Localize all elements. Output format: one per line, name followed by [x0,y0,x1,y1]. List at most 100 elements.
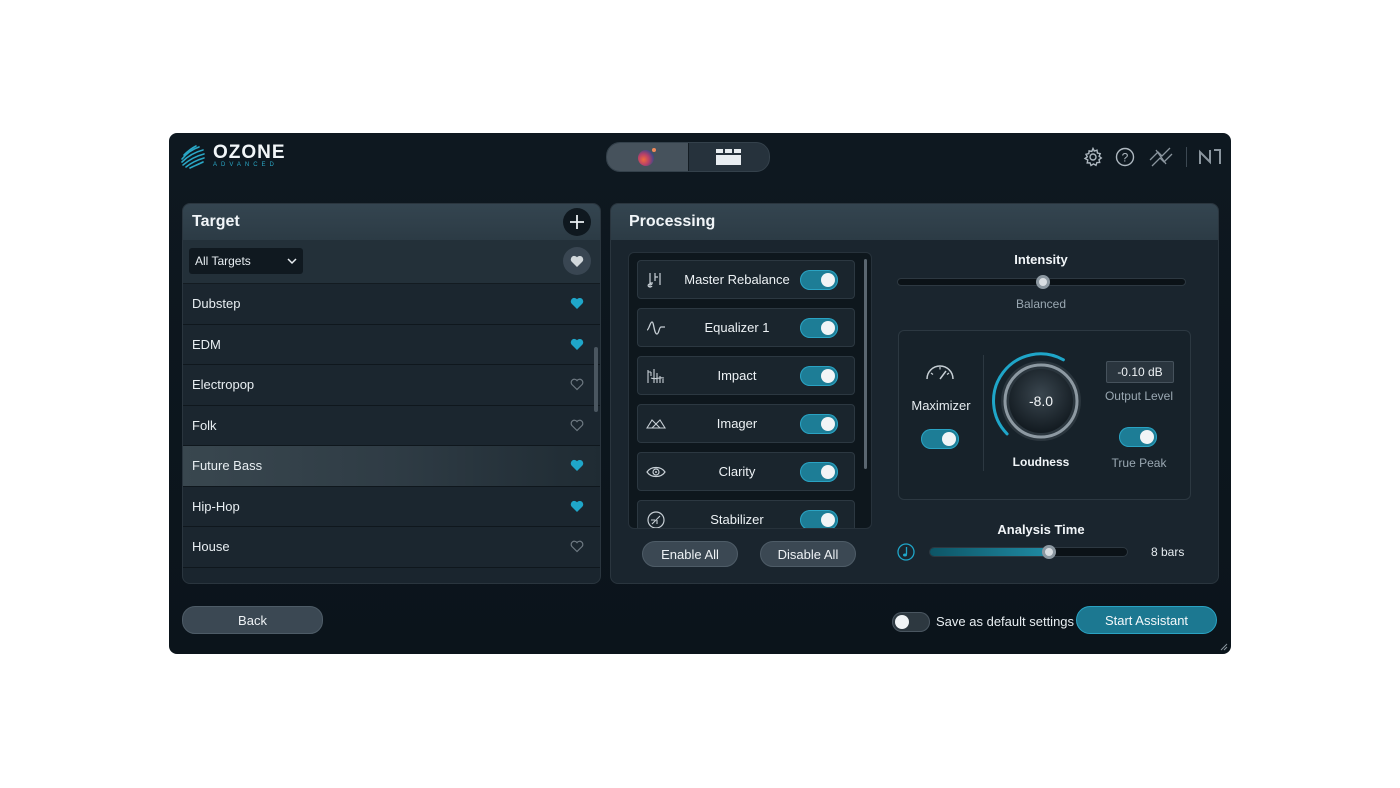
ozone-logo: OZONE ADVANCED [179,143,286,169]
target-item-label: Future Bass [192,458,263,474]
target-filter-row: All Targets [183,240,600,284]
target-item[interactable]: Electropop [183,365,600,406]
heart-filled-icon[interactable] [570,338,584,351]
target-item[interactable]: Dubstep [183,284,600,325]
processing-header: Processing [611,204,1218,240]
target-item[interactable]: Future Bass [183,446,600,487]
modules-grid-icon [715,149,741,165]
target-item[interactable]: House [183,527,600,568]
heart-outline-icon[interactable] [570,540,584,553]
module-label: Master Rebalance [684,272,790,287]
svg-text:?: ? [1122,151,1129,165]
module-label: Stabilizer [710,512,764,527]
settings-icon[interactable] [1082,146,1104,168]
intensity-value: Balanced [1015,297,1067,311]
mode-switch [606,142,770,172]
save-default-toggle[interactable] [892,612,930,632]
resize-grip-icon[interactable] [1220,643,1228,651]
output-level-field[interactable]: -0.10 dB [1106,361,1174,383]
loudness-label: Loudness [1012,455,1070,469]
assistant-orb-icon [638,148,657,166]
target-list-scrollbar[interactable] [594,347,598,412]
target-panel: Target All Targets Dubstep EDM Electropop F… [182,203,601,584]
help-icon[interactable]: ? [1114,146,1136,168]
start-assistant-button[interactable]: Start Assistant [1076,606,1217,634]
back-button[interactable]: Back [182,606,323,634]
clarity-icon [638,462,674,482]
favorites-filter-button[interactable] [563,247,591,275]
true-peak-toggle[interactable] [1119,427,1157,447]
target-item-label: Dubstep [192,296,241,312]
module-label: Equalizer 1 [704,320,770,335]
target-item[interactable]: EDM [183,324,600,365]
target-item-label: Electropop [192,377,255,393]
module-card[interactable]: Clarity [637,452,855,491]
module-toggle[interactable] [800,509,838,528]
maximizer-section: Maximizer -8.0 Loudness -0.10 dB Output … [898,330,1191,500]
analysis-time-value: 8 bars [1151,545,1185,559]
header-divider [1186,147,1187,167]
rebalance-icon [638,270,674,290]
module-toggle[interactable] [800,269,838,290]
module-mode-button[interactable] [687,143,770,171]
target-item[interactable]: Folk [183,405,600,446]
target-filter-value: All Targets [195,254,251,268]
module-card[interactable]: Equalizer 1 [637,308,855,347]
module-toggle[interactable] [800,461,838,482]
ozone-window: OZONE ADVANCED ? Target All Targets Dubs… [169,133,1231,654]
maximizer-divider [983,355,984,471]
target-item-label: House [192,539,230,555]
analysis-time-thumb[interactable] [1042,545,1057,559]
module-card[interactable]: Imager [637,404,855,443]
intensity-slider[interactable] [897,275,1186,289]
save-default-label: Save as default settings [936,614,1075,629]
analysis-time-slider[interactable] [929,545,1128,559]
assistant-mode-button[interactable] [607,143,688,171]
maximizer-toggle[interactable] [921,429,959,449]
processing-title: Processing [629,213,716,230]
native-instruments-logo [1197,146,1223,168]
analysis-time-label: Analysis Time [997,522,1085,537]
analysis-time-fill [930,548,1049,556]
target-item[interactable]: Hip-Hop [183,486,600,527]
heart-filled-icon[interactable] [570,459,584,472]
add-target-button[interactable] [563,208,591,236]
module-toggle[interactable] [800,365,838,386]
heart-filled-icon[interactable] [570,500,584,513]
impact-icon [638,366,674,386]
target-list: Dubstep EDM Electropop Folk Future Bass Hip-H… [183,284,600,568]
header-icons: ? [1082,146,1223,168]
enable-all-button[interactable]: Enable All [642,541,738,567]
module-card[interactable]: Master Rebalance [637,260,855,299]
module-label: Impact [717,368,757,383]
target-header: Target [183,204,600,240]
target-filter-select[interactable]: All Targets [189,248,303,274]
equalizer-icon [638,318,674,338]
module-label: Clarity [718,464,756,479]
disable-all-button[interactable]: Disable All [760,541,856,567]
izotope-link-icon[interactable] [1146,146,1176,168]
loudness-value: -8.0 [1028,393,1054,409]
module-toggle[interactable] [800,317,838,338]
module-card[interactable]: Stabilizer [637,500,855,528]
target-item-label: Folk [192,417,217,433]
target-title: Target [192,213,240,230]
module-label: Imager [716,416,758,431]
ozone-swirl-icon [181,145,205,169]
true-peak-label: True Peak [1111,456,1167,470]
module-list: Master Rebalance Equalizer 1 Impact Imager C… [628,252,872,529]
heart-filled-icon[interactable] [570,297,584,310]
imager-icon [638,414,674,434]
module-card[interactable]: Impact [637,356,855,395]
intensity-slider-thumb[interactable] [1035,275,1050,289]
heart-outline-icon[interactable] [570,378,584,391]
chevron-down-icon [287,258,297,265]
heart-outline-icon[interactable] [570,419,584,432]
module-toggle[interactable] [800,413,838,434]
target-item-label: Hip-Hop [192,498,240,514]
module-list-scrollbar[interactable] [864,259,867,469]
maximizer-label: Maximizer [911,398,971,413]
target-item-label: EDM [192,336,221,352]
music-note-icon [897,543,915,561]
intensity-label: Intensity [1014,252,1068,267]
